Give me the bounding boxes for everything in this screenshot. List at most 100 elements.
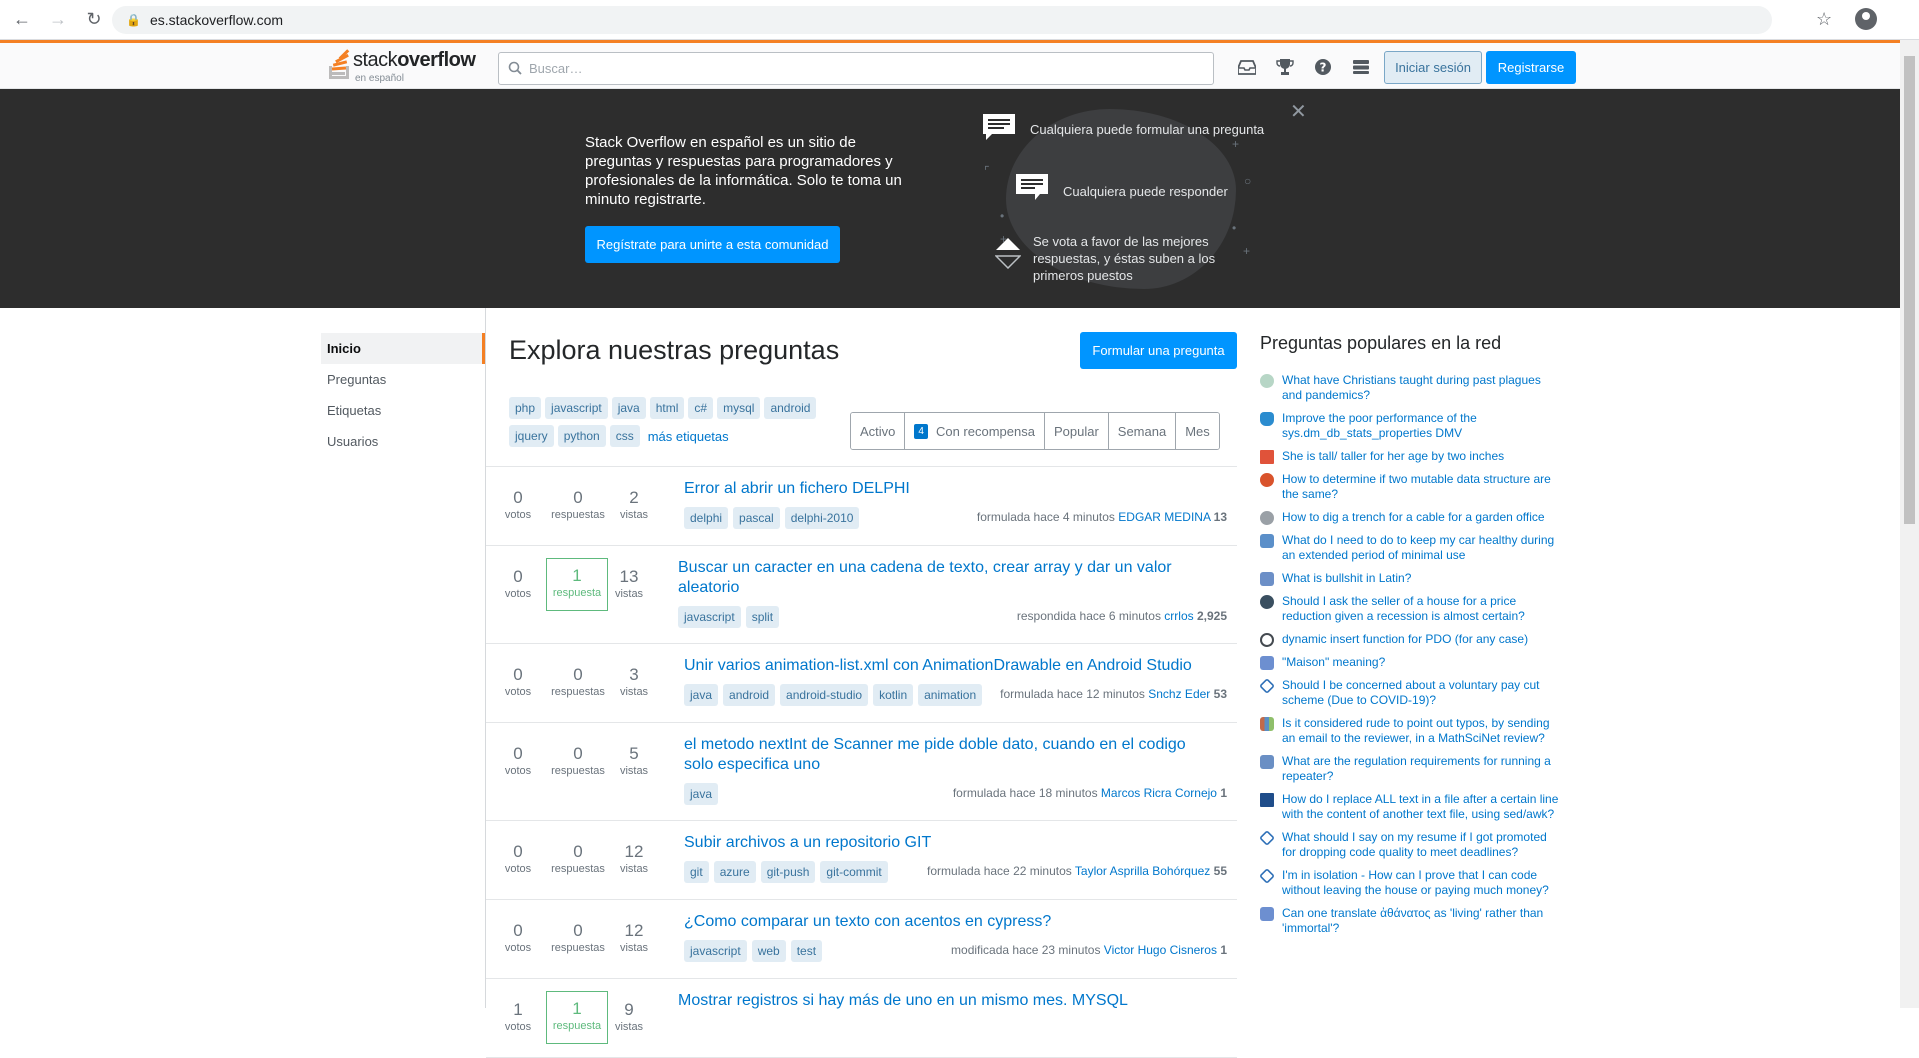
- hnq-item: What do I need to do to keep my car heal…: [1260, 533, 1560, 563]
- site-favicon-icon: [1260, 450, 1274, 464]
- sparkle-icon: ⌜: [984, 164, 990, 178]
- scrollbar-thumb[interactable]: [1904, 56, 1915, 524]
- question-tag[interactable]: test: [790, 940, 823, 962]
- tag-mysql[interactable]: mysql: [717, 397, 761, 419]
- user-link[interactable]: Snchz Eder: [1148, 687, 1210, 701]
- hnq-link[interactable]: Improve the poor performance of the sys.…: [1282, 411, 1560, 441]
- question-tag[interactable]: android: [723, 684, 776, 706]
- question-tag[interactable]: git-push: [760, 861, 816, 883]
- more-tags-link[interactable]: más etiquetas: [648, 429, 729, 444]
- hnq-link[interactable]: What have Christians taught during past …: [1282, 373, 1560, 403]
- filter-week[interactable]: Semana: [1108, 413, 1177, 449]
- hnq-link[interactable]: "Maison" meaning?: [1282, 655, 1385, 670]
- question-tag[interactable]: javascript: [678, 606, 741, 628]
- view-count: 13 vistas: [614, 567, 644, 600]
- search-input[interactable]: Buscar…: [498, 52, 1214, 85]
- bounty-count-badge: 4: [914, 423, 928, 439]
- hnq-link[interactable]: What are the regulation requirements for…: [1282, 754, 1560, 784]
- filter-popular[interactable]: Popular: [1044, 413, 1109, 449]
- ask-question-button[interactable]: Formular una pregunta: [1080, 332, 1237, 369]
- question-title-link[interactable]: Unir varios animation-list.xml con Anima…: [684, 656, 1192, 676]
- question-row: 0 votos 0 respuestas 5 vistas el metodo nex…: [486, 723, 1237, 821]
- question-tag[interactable]: delphi: [684, 507, 729, 529]
- hnq-link[interactable]: How to dig a trench for a cable for a ga…: [1282, 510, 1545, 525]
- hnq-link[interactable]: Should I ask the seller of a house for a…: [1282, 594, 1560, 624]
- trophy-icon[interactable]: [1273, 55, 1297, 79]
- filter-active[interactable]: Activo: [851, 413, 906, 449]
- hnq-link[interactable]: What do I need to do to keep my car heal…: [1282, 533, 1560, 563]
- user-link[interactable]: Marcos Ricra Cornejo: [1101, 786, 1217, 800]
- filter-bounty[interactable]: 4 Con recompensa: [905, 413, 1045, 449]
- question-tag[interactable]: split: [745, 606, 780, 628]
- question-tag[interactable]: azure: [713, 861, 756, 883]
- tag-java[interactable]: java: [611, 397, 646, 419]
- close-icon[interactable]: ✕: [1290, 99, 1307, 124]
- login-button[interactable]: Iniciar sesión: [1384, 51, 1482, 84]
- question-title-link[interactable]: Mostrar registros si hay más de uno en u…: [678, 991, 1128, 1011]
- forward-arrow-icon[interactable]: →: [44, 6, 72, 34]
- nav-item-usuarios[interactable]: Usuarios: [321, 426, 485, 457]
- hero-feature-ask-text: Cualquiera puede formular una pregunta: [1030, 122, 1265, 137]
- tag-javascript[interactable]: javascript: [545, 397, 608, 419]
- site-favicon-icon: [1260, 717, 1274, 731]
- user-link[interactable]: Taylor Asprilla Bohórquez: [1075, 864, 1210, 878]
- question-title-link[interactable]: Buscar un caracter en una cadena de text…: [678, 558, 1218, 598]
- answer-count: 0 respuestas: [551, 842, 605, 875]
- hnq-link[interactable]: Is it considered rude to point out typos…: [1282, 716, 1560, 746]
- question-tag[interactable]: web: [751, 940, 786, 962]
- nav-item-preguntas[interactable]: Preguntas: [321, 364, 485, 395]
- nav-item-etiquetas[interactable]: Etiquetas: [321, 395, 485, 426]
- tag-android[interactable]: android: [764, 397, 817, 419]
- question-tag[interactable]: delphi-2010: [784, 507, 860, 529]
- back-arrow-icon[interactable]: ←: [8, 6, 36, 34]
- answer-count: 0 respuestas: [551, 921, 605, 954]
- question-tag[interactable]: java: [684, 684, 719, 706]
- hnq-link[interactable]: Should I be concerned about a voluntary …: [1282, 678, 1560, 708]
- hnq-link[interactable]: How do I replace ALL text in a file afte…: [1282, 792, 1560, 822]
- hnq-link[interactable]: She is tall/ taller for her age by two i…: [1282, 449, 1504, 464]
- nav-item-inicio[interactable]: Inicio: [321, 333, 485, 364]
- help-icon[interactable]: ?: [1311, 55, 1335, 79]
- tag-css[interactable]: css: [609, 425, 640, 447]
- question-title-link[interactable]: Subir archivos a un repositorio GIT: [684, 833, 931, 853]
- question-tag[interactable]: git: [684, 861, 709, 883]
- tag-python[interactable]: python: [557, 425, 606, 447]
- hnq-link[interactable]: What should I say on my resume if I got …: [1282, 830, 1560, 860]
- question-tag[interactable]: javascript: [684, 940, 747, 962]
- tag-csharp[interactable]: c#: [688, 397, 714, 419]
- site-header: stackoverflow en español Buscar… ? Inici…: [0, 40, 1900, 89]
- user-link[interactable]: Victor Hugo Cisneros: [1104, 943, 1217, 957]
- question-title-link[interactable]: ¿Como comparar un texto con acentos en c…: [684, 912, 1051, 932]
- question-tag[interactable]: pascal: [733, 507, 780, 529]
- user-link[interactable]: crrlos: [1164, 609, 1193, 623]
- site-logo[interactable]: stackoverflow en español: [327, 49, 476, 85]
- filter-month[interactable]: Mes: [1176, 413, 1219, 449]
- hnq-link[interactable]: Can one translate ἀθάνατος as 'living' r…: [1282, 906, 1560, 936]
- reload-icon[interactable]: ↻: [80, 6, 108, 34]
- hnq-item: What have Christians taught during past …: [1260, 373, 1560, 403]
- user-link[interactable]: EDGAR MEDINA: [1118, 510, 1210, 524]
- tag-php[interactable]: php: [509, 397, 542, 419]
- hnq-item: "Maison" meaning?: [1260, 655, 1560, 670]
- question-tag[interactable]: animation: [918, 684, 983, 706]
- hnq-link[interactable]: How to determine if two mutable data str…: [1282, 472, 1560, 502]
- question-tag[interactable]: kotlin: [873, 684, 914, 706]
- hnq-link[interactable]: I'm in isolation - How can I prove that …: [1282, 868, 1560, 898]
- account-icon[interactable]: [1855, 8, 1877, 30]
- url-text: es.stackoverflow.com: [150, 12, 284, 28]
- hnq-link[interactable]: What is bullshit in Latin?: [1282, 571, 1411, 586]
- hnq-link[interactable]: dynamic insert function for PDO (for any…: [1282, 632, 1528, 647]
- signup-button[interactable]: Registrarse: [1486, 51, 1576, 84]
- address-bar[interactable]: 🔒 es.stackoverflow.com: [112, 6, 1772, 34]
- question-tag[interactable]: git-commit: [820, 861, 888, 883]
- join-community-button[interactable]: Regístrate para unirte a esta comunidad: [585, 226, 840, 263]
- site-switcher-icon[interactable]: [1349, 55, 1373, 79]
- question-title-link[interactable]: el metodo nextInt de Scanner me pide dob…: [684, 735, 1219, 775]
- question-title-link[interactable]: Error al abrir un fichero DELPHI: [684, 479, 910, 499]
- tag-jquery[interactable]: jquery: [509, 425, 554, 447]
- bookmark-star-icon[interactable]: ☆: [1816, 9, 1832, 30]
- question-tag[interactable]: java: [684, 783, 719, 805]
- tag-html[interactable]: html: [649, 397, 685, 419]
- inbox-icon[interactable]: [1235, 55, 1259, 79]
- question-tag[interactable]: android-studio: [780, 684, 869, 706]
